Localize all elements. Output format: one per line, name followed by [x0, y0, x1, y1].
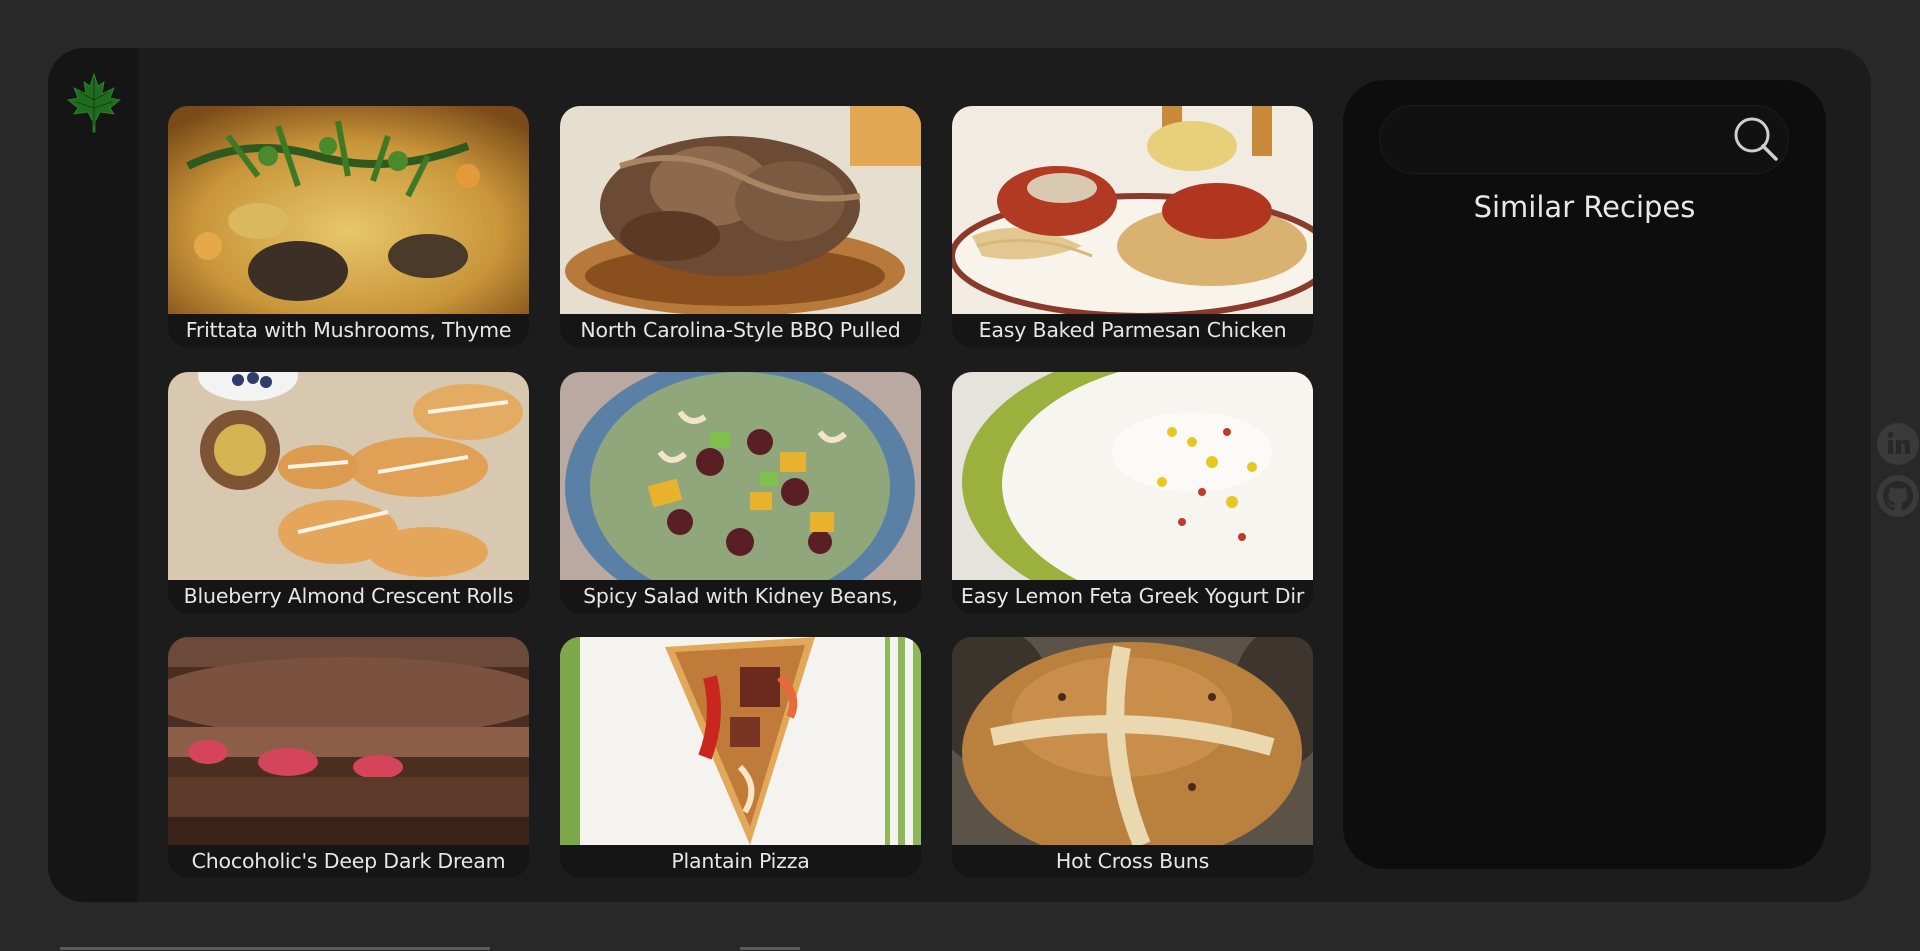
recipe-card[interactable]: Blueberry Almond Crescent Rolls [168, 372, 529, 613]
recipe-card[interactable]: Hot Cross Buns [952, 637, 1313, 878]
recipe-title: Frittata with Mushrooms, Thyme [168, 314, 529, 347]
recipe-card[interactable]: Spicy Salad with Kidney Beans, [560, 372, 921, 613]
recipe-title: Blueberry Almond Crescent Rolls [168, 580, 529, 613]
recipe-card[interactable]: Easy Lemon Feta Greek Yogurt Dir [952, 372, 1313, 613]
recipe-card[interactable]: Chocoholic's Deep Dark Dream [168, 637, 529, 878]
feta-yogurt-dip-photo [952, 372, 1313, 580]
chocolate-cake-photo [168, 637, 529, 845]
crescent-rolls-photo [168, 372, 529, 580]
recipe-title: Hot Cross Buns [952, 845, 1313, 878]
similar-recipes-title: Similar Recipes [1473, 190, 1696, 224]
sidebar [48, 48, 138, 902]
pulled-pork-photo [560, 106, 921, 314]
recipe-title: North Carolina-Style BBQ Pulled [560, 314, 921, 347]
search-box [1379, 105, 1789, 175]
recipe-card[interactable]: Easy Baked Parmesan Chicken [952, 106, 1313, 347]
linkedin-icon[interactable] [1876, 422, 1920, 466]
kidney-bean-salad-photo [560, 372, 921, 580]
bottom-scroll-indicator [60, 947, 490, 950]
recipe-title: Chocoholic's Deep Dark Dream [168, 845, 529, 878]
hot-cross-buns-photo [952, 637, 1313, 845]
frittata-photo [168, 106, 529, 314]
search-icon[interactable] [1730, 114, 1780, 164]
app-window: Frittata with Mushrooms, Thyme North Car… [48, 48, 1871, 902]
recipe-card[interactable]: Plantain Pizza [560, 637, 921, 878]
maple-leaf-icon[interactable] [62, 70, 126, 134]
plantain-pizza-photo [560, 637, 921, 845]
recipe-card[interactable]: Frittata with Mushrooms, Thyme [168, 106, 529, 347]
recipe-title: Easy Lemon Feta Greek Yogurt Dir [952, 580, 1313, 613]
recipe-card[interactable]: North Carolina-Style BBQ Pulled [560, 106, 921, 347]
recipe-title: Plantain Pizza [560, 845, 921, 878]
recipe-title: Spicy Salad with Kidney Beans, [560, 580, 921, 613]
bottom-scroll-indicator [740, 947, 800, 950]
similar-recipes-panel: Similar Recipes [1343, 80, 1826, 869]
search-input[interactable] [1404, 106, 1728, 175]
github-icon[interactable] [1876, 474, 1920, 518]
parmesan-chicken-photo [952, 106, 1313, 314]
recipe-title: Easy Baked Parmesan Chicken [952, 314, 1313, 347]
